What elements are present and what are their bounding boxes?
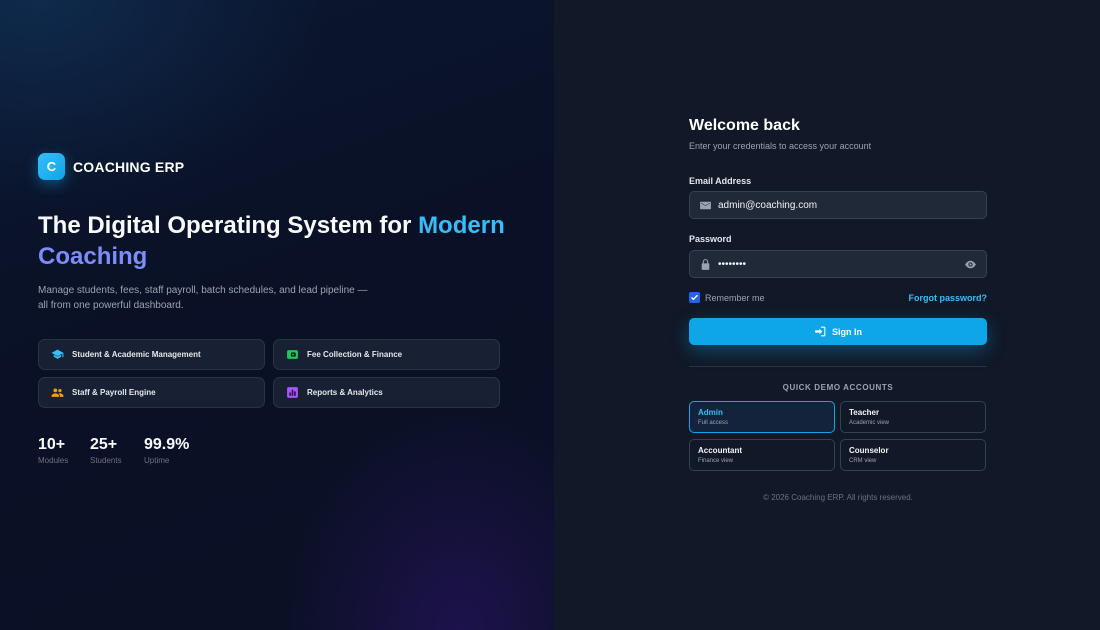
password-label: Password xyxy=(689,234,732,244)
headline-accent-coaching: Coaching xyxy=(38,243,148,270)
password-input[interactable] xyxy=(718,258,958,270)
brand: C COACHING ERP xyxy=(38,153,184,180)
demo-account-name: Counselor xyxy=(849,446,889,455)
lock-icon xyxy=(699,258,712,271)
login-panel xyxy=(554,0,1100,630)
demo-account-accountant[interactable]: Accountant Finance view xyxy=(689,439,835,471)
form-title: Welcome back xyxy=(689,117,800,134)
feature-student-academic: Student & Academic Management xyxy=(38,339,265,370)
hero-panel: C COACHING ERP The Digital Operating Sys… xyxy=(0,0,554,630)
demo-account-admin[interactable]: Admin Full access xyxy=(689,401,835,433)
stat-label: Uptime xyxy=(144,456,170,465)
demo-account-name: Accountant xyxy=(698,446,742,455)
feature-label: Student & Academic Management xyxy=(72,350,201,359)
footer-copyright: © 2026 Coaching ERP. All rights reserved… xyxy=(763,493,913,502)
demo-account-name: Teacher xyxy=(849,408,880,417)
demo-account-desc: Academic view xyxy=(849,420,890,426)
headline-accent-modern: Modern xyxy=(418,212,505,239)
demo-account-name: Admin xyxy=(698,408,723,417)
stat-label: Students xyxy=(90,456,122,465)
feature-staff-payroll: Staff & Payroll Engine xyxy=(38,377,265,408)
email-label: Email Address xyxy=(689,176,752,186)
remember-checkbox[interactable] xyxy=(689,292,700,303)
divider xyxy=(689,366,987,367)
form-subtitle: Enter your credentials to access your ac… xyxy=(689,141,872,151)
stat-value: 10+ xyxy=(38,436,66,453)
demo-account-desc: Full access xyxy=(698,420,729,426)
sign-in-button[interactable]: Sign In xyxy=(689,318,987,345)
eye-icon[interactable] xyxy=(964,258,977,271)
remember-me[interactable]: Remember me xyxy=(689,292,765,303)
bar-chart-icon xyxy=(286,386,299,399)
brand-name: COACHING ERP xyxy=(73,158,185,175)
demo-heading: QUICK DEMO ACCOUNTS xyxy=(782,383,894,392)
feature-reports-analytics: Reports & Analytics xyxy=(273,377,500,408)
mail-icon xyxy=(699,199,712,212)
stat-modules: 10+ Modules xyxy=(38,436,68,465)
remember-label: Remember me xyxy=(705,292,765,303)
email-field[interactable] xyxy=(689,191,987,219)
people-icon xyxy=(51,386,64,399)
stat-label: Modules xyxy=(38,456,69,465)
graduation-cap-icon xyxy=(51,348,64,361)
demo-account-desc: Finance view xyxy=(698,458,734,464)
login-icon xyxy=(814,325,827,338)
stat-students: 25+ Students xyxy=(90,436,122,465)
demo-account-counselor[interactable]: Counselor CRM view xyxy=(840,439,986,471)
brand-logo: C xyxy=(38,153,65,180)
password-field[interactable] xyxy=(689,250,987,278)
wallet-icon xyxy=(286,348,299,361)
demo-account-desc: CRM view xyxy=(849,458,877,464)
demo-account-teacher[interactable]: Teacher Academic view xyxy=(840,401,986,433)
email-input[interactable] xyxy=(718,199,958,211)
stat-uptime: 99.9% Uptime xyxy=(144,436,189,465)
feature-label: Fee Collection & Finance xyxy=(307,350,403,359)
hero-headline: The Digital Operating System for Modern C… xyxy=(38,210,518,272)
feature-label: Staff & Payroll Engine xyxy=(72,388,156,397)
forgot-password-link[interactable]: Forgot password? xyxy=(909,293,988,303)
sign-in-label: Sign In xyxy=(832,326,862,337)
feature-label: Reports & Analytics xyxy=(307,388,383,397)
feature-fee-finance: Fee Collection & Finance xyxy=(273,339,500,370)
headline-prefix: The Digital Operating System for xyxy=(38,212,419,239)
stat-value: 25+ xyxy=(90,436,118,453)
stat-value: 99.9% xyxy=(144,436,190,453)
hero-description: Manage students, fees, staff payroll, ba… xyxy=(38,285,368,311)
